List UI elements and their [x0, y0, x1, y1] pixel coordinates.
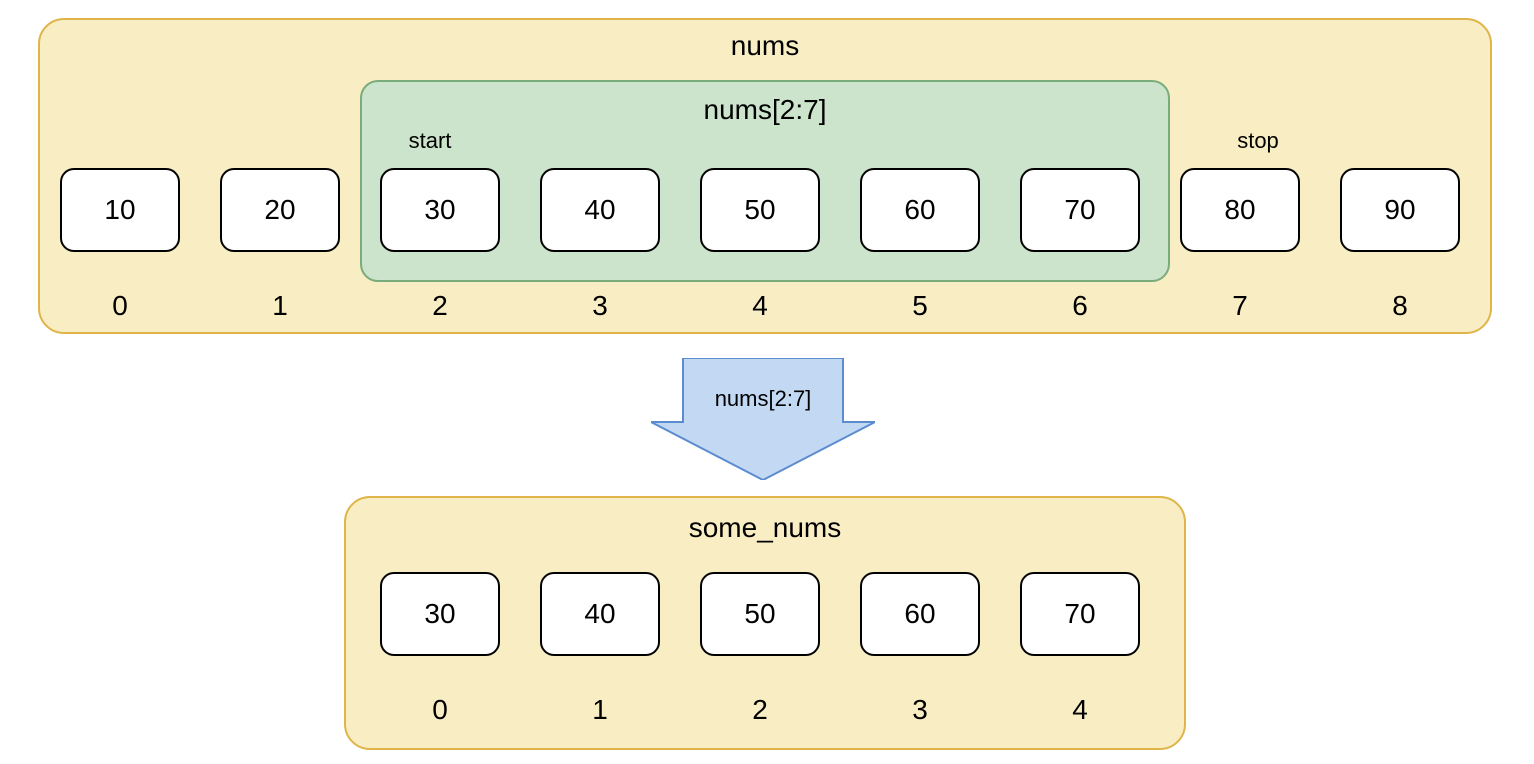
- some-nums-cell-1: 40: [540, 572, 660, 656]
- nums-value-3: 40: [584, 194, 615, 226]
- some-nums-cell-4: 70: [1020, 572, 1140, 656]
- nums-value-8: 90: [1384, 194, 1415, 226]
- some-nums-cell-3: 60: [860, 572, 980, 656]
- nums-value-5: 60: [904, 194, 935, 226]
- nums-index-2: 2: [380, 290, 500, 322]
- nums-title: nums: [38, 30, 1492, 62]
- some-nums-index-1: 1: [540, 694, 660, 726]
- diagram-canvas: nums nums[2:7] start stop 10 0 20 1 30 2…: [0, 0, 1534, 764]
- some-nums-cell-2: 50: [700, 572, 820, 656]
- nums-cell-0: 10: [60, 168, 180, 252]
- nums-index-4: 4: [700, 290, 820, 322]
- nums-cell-4: 50: [700, 168, 820, 252]
- nums-index-8: 8: [1340, 290, 1460, 322]
- arrow-label: nums[2:7]: [651, 386, 875, 412]
- nums-cell-2: 30: [380, 168, 500, 252]
- nums-value-6: 70: [1064, 194, 1095, 226]
- some-nums-index-2: 2: [700, 694, 820, 726]
- nums-value-1: 20: [264, 194, 295, 226]
- nums-cell-1: 20: [220, 168, 340, 252]
- nums-index-5: 5: [860, 290, 980, 322]
- nums-value-4: 50: [744, 194, 775, 226]
- some-nums-index-0: 0: [380, 694, 500, 726]
- nums-cell-5: 60: [860, 168, 980, 252]
- nums-value-2: 30: [424, 194, 455, 226]
- nums-cell-7: 80: [1180, 168, 1300, 252]
- some-nums-value-3: 60: [904, 598, 935, 630]
- some-nums-index-3: 3: [860, 694, 980, 726]
- some-nums-cell-0: 30: [380, 572, 500, 656]
- arrow-down-icon: [651, 358, 875, 480]
- start-label: start: [390, 128, 470, 154]
- nums-value-7: 80: [1224, 194, 1255, 226]
- some-nums-value-0: 30: [424, 598, 455, 630]
- nums-cell-6: 70: [1020, 168, 1140, 252]
- some-nums-value-2: 50: [744, 598, 775, 630]
- slice-expression-top: nums[2:7]: [360, 94, 1170, 126]
- nums-cell-8: 90: [1340, 168, 1460, 252]
- nums-index-7: 7: [1180, 290, 1300, 322]
- nums-index-0: 0: [60, 290, 180, 322]
- nums-index-1: 1: [220, 290, 340, 322]
- nums-index-6: 6: [1020, 290, 1140, 322]
- stop-label: stop: [1218, 128, 1298, 154]
- nums-cell-3: 40: [540, 168, 660, 252]
- some-nums-title: some_nums: [344, 512, 1186, 544]
- nums-index-3: 3: [540, 290, 660, 322]
- some-nums-value-4: 70: [1064, 598, 1095, 630]
- slice-arrow: nums[2:7]: [651, 358, 875, 480]
- some-nums-index-4: 4: [1020, 694, 1140, 726]
- some-nums-value-1: 40: [584, 598, 615, 630]
- nums-value-0: 10: [104, 194, 135, 226]
